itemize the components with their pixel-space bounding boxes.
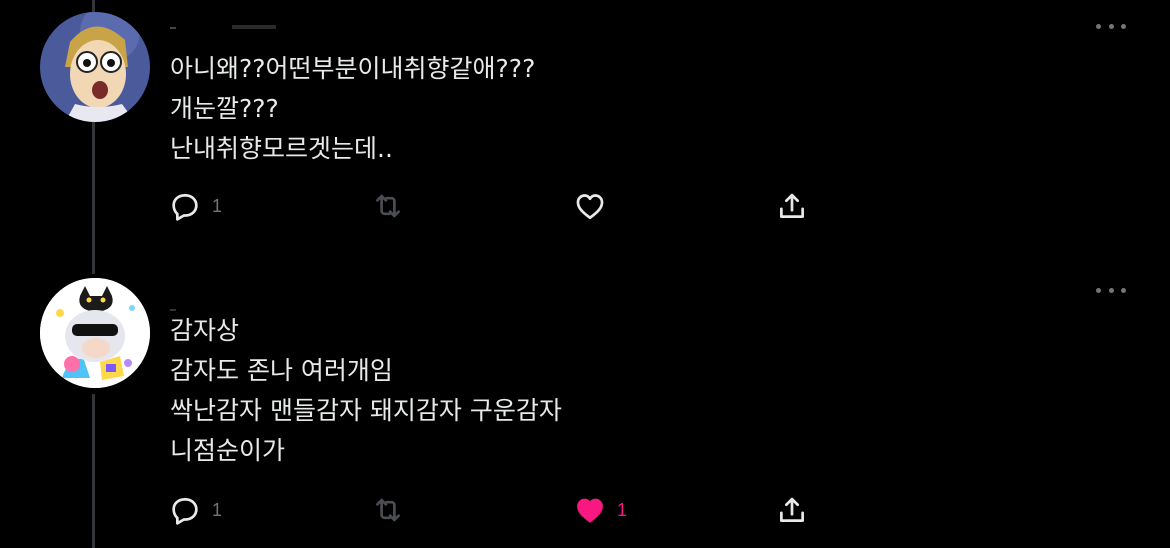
tweet-text: 아니왜??어떤부분이내취향같애??? 개눈깔??? 난내취향모르겟는데..: [170, 49, 535, 169]
retweet-icon: [376, 498, 400, 522]
avatar-image: [40, 278, 150, 388]
more-icon-dot: [1121, 23, 1126, 29]
like-count: 1: [617, 499, 628, 520]
tweet-text: 감자상 감자도 존나 여러개임 싹난감자 맨들감자 돼지감자 구운감자 니점순이…: [170, 311, 562, 471]
action-bar: 1: [168, 189, 828, 223]
author-name[interactable]: [170, 16, 310, 29]
reply-button[interactable]: 1: [168, 493, 222, 527]
more-icon-dot: [1108, 23, 1114, 29]
retweet-button[interactable]: [370, 189, 406, 223]
heart-icon: [577, 498, 603, 523]
heart-icon: [576, 194, 604, 220]
more-icon-dot: [1121, 287, 1126, 293]
like-button[interactable]: [573, 189, 617, 223]
tweet-text-line: 개눈깔???: [170, 94, 279, 123]
tweet-text-line: 니점순이가: [170, 436, 286, 465]
reply-count: 1: [212, 195, 223, 216]
avatar[interactable]: [40, 12, 150, 122]
tweet-text-line: 감자상: [170, 316, 240, 345]
reply-button[interactable]: 1: [168, 189, 222, 223]
share-icon: [780, 193, 804, 218]
more-icon-dot: [1096, 287, 1101, 293]
tweet-text-line: 아니왜??어떤부분이내취향같애???: [170, 54, 536, 83]
author-name-redacted: [170, 25, 276, 29]
more-button[interactable]: [1096, 283, 1126, 297]
share-button[interactable]: [775, 189, 809, 223]
avatar-image: [40, 12, 150, 122]
more-button[interactable]: [1096, 19, 1126, 33]
tweet: 아니왜??어떤부분이내취향같애??? 개눈깔??? 난내취향모르겟는데.. 1: [0, 0, 1170, 250]
reply-icon: [172, 194, 198, 221]
reply-icon: [172, 498, 198, 525]
retweet-icon: [376, 194, 400, 218]
reply-count: 1: [212, 499, 223, 520]
share-button[interactable]: [775, 493, 809, 527]
retweet-button[interactable]: [370, 493, 406, 527]
share-icon: [780, 497, 804, 522]
more-icon-dot: [1096, 23, 1101, 29]
tweet-text-line: 감자도 존나 여러개임: [170, 356, 393, 385]
more-icon-dot: [1108, 287, 1114, 293]
action-bar: 1 1: [168, 493, 828, 527]
tweet: 감자상 감자도 존나 여러개임 싹난감자 맨들감자 돼지감자 구운감자 니점순이…: [0, 274, 1170, 548]
tweet-text-line: 난내취향모르겟는데..: [170, 134, 393, 163]
author-name[interactable]: [170, 298, 310, 311]
avatar[interactable]: [40, 278, 150, 388]
like-button[interactable]: 1: [573, 493, 627, 527]
tweet-text-line: 싹난감자 맨들감자 돼지감자 구운감자: [170, 396, 562, 425]
